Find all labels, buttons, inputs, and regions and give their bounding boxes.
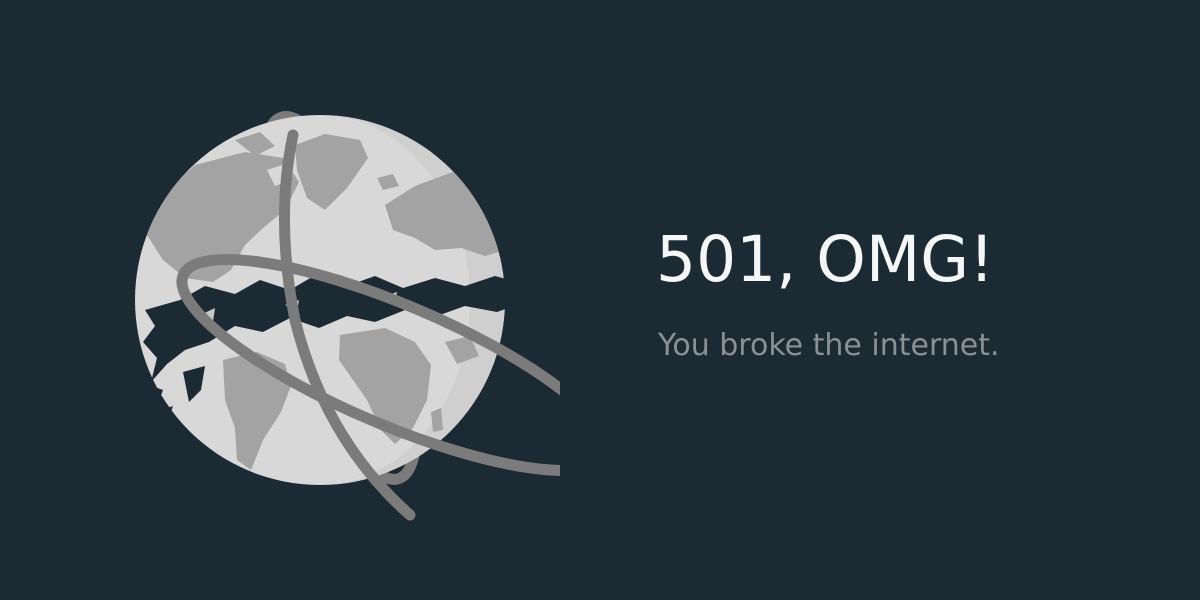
broken-globe-illustration bbox=[85, 60, 560, 530]
broken-globe-icon bbox=[135, 111, 560, 521]
error-message-block: 501, OMG! You broke the internet. bbox=[656, 222, 1156, 364]
error-headline: 501, OMG! bbox=[656, 223, 995, 296]
error-description: You broke the internet. bbox=[658, 328, 1000, 363]
error-page: 501, OMG! You broke the internet. bbox=[0, 0, 1200, 600]
